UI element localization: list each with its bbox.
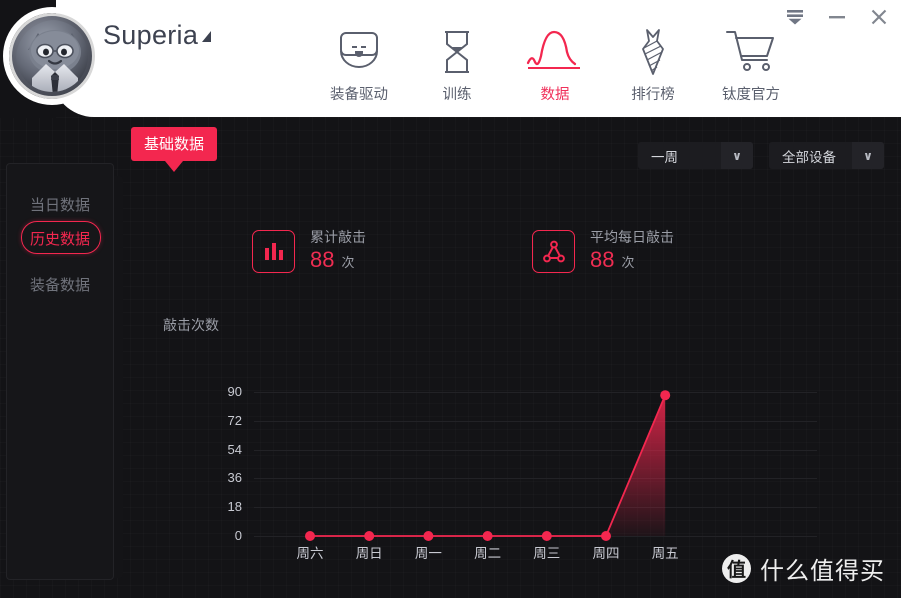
close-button[interactable]: [865, 4, 893, 30]
summary-stats: 累计敲击 88 次 平均每日敲击 88 次: [252, 228, 812, 273]
bar-chart-icon: [252, 230, 295, 273]
nav-item-official-store[interactable]: 钛度官方: [702, 26, 800, 104]
stat-total-keystrokes: 累计敲击 88 次: [252, 228, 532, 273]
nav-label: 钛度官方: [722, 87, 780, 103]
chart-x-tick-label: 周六: [296, 546, 324, 561]
watermark-logo-icon: 值: [722, 554, 751, 583]
sidebar: 当日数据 历史数据 装备数据: [6, 163, 114, 580]
stat-unit: 次: [621, 255, 635, 270]
nav-label: 装备驱动: [330, 87, 388, 103]
chart-axis-title: 敲击次数: [163, 317, 219, 333]
chart-data-point[interactable]: [660, 390, 671, 401]
stat-unit: 次: [341, 255, 355, 270]
chart-x-tick-label: 周五: [651, 546, 679, 561]
filter-bar: 一周 ∨ 全部设备 ∨: [638, 142, 884, 169]
nav-item-device-driver[interactable]: 装备驱动: [310, 26, 408, 104]
sidebar-item-history-data[interactable]: 历史数据: [7, 228, 113, 249]
nav-item-training[interactable]: 训练: [408, 26, 506, 104]
chart-data-point[interactable]: [423, 531, 434, 541]
main-navigation: 装备驱动 训练 数据 排行榜 钛度官方: [310, 26, 800, 104]
necktie-icon: [633, 26, 673, 78]
stat-value-row: 88 次: [310, 248, 366, 272]
chart-data-point[interactable]: [541, 531, 552, 541]
chart-data-point[interactable]: [601, 531, 611, 541]
stat-value: 88: [590, 247, 615, 272]
nav-label: 数据: [540, 87, 570, 103]
chart-data-point[interactable]: [482, 531, 493, 541]
superia-app-window: Superia 装备驱动 训练 数据 排行榜 钛度官方 基础数据 当日数据 历史…: [0, 0, 901, 598]
chart-data-point[interactable]: [364, 531, 375, 541]
chevron-down-icon: ∨: [852, 142, 884, 169]
nav-item-leaderboard[interactable]: 排行榜: [604, 26, 702, 104]
sidebar-item-today-data[interactable]: 当日数据: [7, 194, 113, 215]
chart-x-tick-label: 周四: [592, 546, 620, 561]
chart-plot-area: [305, 390, 671, 541]
minimize-button[interactable]: [823, 4, 851, 30]
watermark-text: 什么值得买: [760, 558, 885, 585]
stat-text: 平均每日敲击 88 次: [590, 228, 674, 272]
stat-label: 累计敲击: [310, 229, 366, 245]
nav-item-data[interactable]: 数据: [506, 26, 604, 104]
title-dropdown-caret-icon[interactable]: [202, 31, 212, 42]
chart-x-tick-label: 周三: [533, 546, 561, 561]
stat-average-daily-keystrokes: 平均每日敲击 88 次: [532, 228, 812, 273]
stat-text: 累计敲击 88 次: [310, 228, 366, 272]
app-title-text: Superia: [103, 20, 199, 50]
stat-value: 88: [310, 247, 335, 272]
shopping-cart-icon: [723, 26, 779, 78]
chart-data-point[interactable]: [305, 531, 315, 541]
period-select[interactable]: 一周 ∨: [638, 142, 753, 169]
chart-x-tick-label: 周日: [355, 546, 383, 561]
chevron-down-icon: ∨: [721, 142, 753, 169]
device-select[interactable]: 全部设备 ∨: [769, 142, 884, 169]
mouse-icon: [331, 26, 387, 78]
keystrokes-line-chart: 90 72 54 36 18 0 周六 周日 周一 周二 周三 周四 周五: [150, 370, 850, 570]
logo-ring: [9, 13, 95, 99]
node-triangle-icon: [532, 230, 575, 273]
chart-x-tick-label: 周二: [474, 546, 502, 561]
period-select-value: 一周: [651, 149, 678, 165]
sidebar-item-device-data[interactable]: 装备数据: [7, 274, 113, 295]
nav-label: 排行榜: [631, 87, 675, 103]
wave-chart-icon: [523, 26, 587, 78]
chart-x-tick-label: 周一: [414, 546, 442, 561]
window-controls: [781, 4, 893, 30]
collapse-to-tray-button[interactable]: [781, 4, 809, 30]
app-title: Superia: [103, 20, 212, 51]
stat-value-row: 88 次: [590, 248, 674, 272]
app-header: Superia 装备驱动 训练 数据 排行榜 钛度官方: [0, 0, 901, 118]
app-logo: [9, 13, 95, 99]
stat-label: 平均每日敲击: [590, 229, 674, 245]
device-select-value: 全部设备: [782, 149, 836, 165]
watermark: 值 什么值得买: [722, 551, 885, 586]
nav-label: 训练: [442, 87, 472, 103]
hourglass-icon: [436, 26, 478, 78]
section-badge: 基础数据: [131, 127, 218, 172]
mascot-icon: [16, 20, 88, 92]
